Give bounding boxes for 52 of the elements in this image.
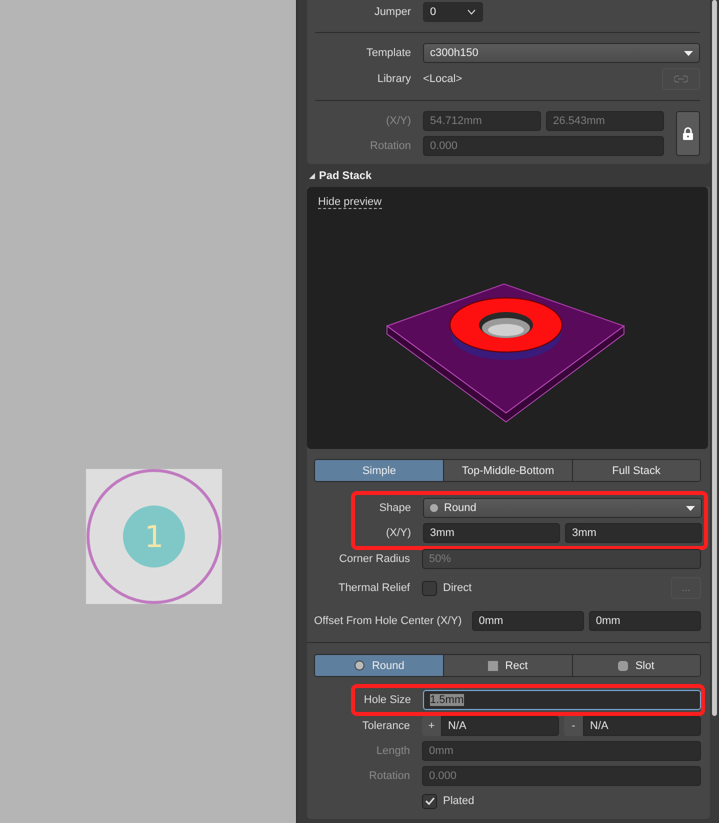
shape-dropdown[interactable]: Round — [423, 498, 702, 518]
section-title: Pad Stack — [319, 170, 372, 182]
dropdown-caret-icon — [686, 506, 695, 510]
mode-tab[interactable]: Top-Middle-Bottom — [443, 460, 572, 481]
field-label: Thermal Relief — [337, 582, 410, 594]
field-label: Offset From Hole Center (X/Y) — [314, 615, 462, 627]
template-dropdown[interactable]: c300h150 — [423, 43, 700, 63]
field-label: Library — [376, 73, 411, 85]
plus-button[interactable]: + — [422, 716, 441, 736]
hole-type-tab[interactable]: Slot — [572, 655, 700, 676]
checkmark-icon — [424, 797, 434, 805]
input-field[interactable]: 3mm — [565, 523, 702, 543]
checkbox-label: Plated — [443, 795, 474, 807]
field-label: Jumper — [373, 6, 411, 18]
field-label: Rotation — [368, 770, 410, 782]
field-label: Corner Radius — [338, 553, 410, 565]
field-label: Hole Size — [362, 694, 411, 706]
input-field[interactable]: 0mm — [588, 611, 701, 631]
hole-type-tab[interactable]: Rect — [443, 655, 572, 676]
input-field[interactable]: 3mm — [423, 523, 560, 543]
pad-number: 1 — [144, 520, 164, 555]
link-icon — [674, 75, 688, 83]
rounded-square-icon — [618, 660, 628, 670]
library-value: <Local> — [423, 73, 464, 85]
input-field[interactable]: 0mm — [472, 611, 584, 631]
jumper-dropdown[interactable]: 0 — [423, 2, 483, 22]
circle-icon — [430, 504, 438, 512]
mode-tab[interactable]: Simple — [315, 460, 444, 481]
field-label: Tolerance — [361, 720, 410, 732]
dropdown-caret-icon — [684, 50, 693, 56]
field-label: (X/Y) — [384, 527, 411, 539]
input-field[interactable]: N/A — [441, 716, 559, 736]
minus-button[interactable]: - — [564, 716, 583, 736]
lock-icon — [683, 127, 693, 140]
field-label: Length — [375, 745, 410, 757]
field-label: Template — [365, 47, 411, 59]
chevron-icon — [467, 9, 476, 15]
checkbox-label: Direct — [443, 582, 472, 594]
hole-type-tab[interactable]: Round — [315, 655, 444, 676]
circle-icon — [354, 660, 365, 671]
checkbox[interactable] — [422, 794, 437, 808]
mode-tab[interactable]: Full Stack — [572, 460, 700, 481]
checkbox[interactable] — [422, 580, 437, 596]
field-label: Rotation — [369, 139, 411, 154]
field-label: Shape — [378, 502, 411, 514]
hide-preview-link[interactable]: Hide preview — [318, 196, 382, 209]
expand-triangle-icon[interactable] — [309, 173, 315, 179]
field-label: (X/Y) — [384, 114, 411, 129]
input-field[interactable]: 1.5mm — [423, 690, 701, 710]
scrollbar-thumb[interactable] — [712, 0, 717, 716]
square-icon — [488, 660, 498, 670]
input-field[interactable]: N/A — [583, 716, 701, 736]
